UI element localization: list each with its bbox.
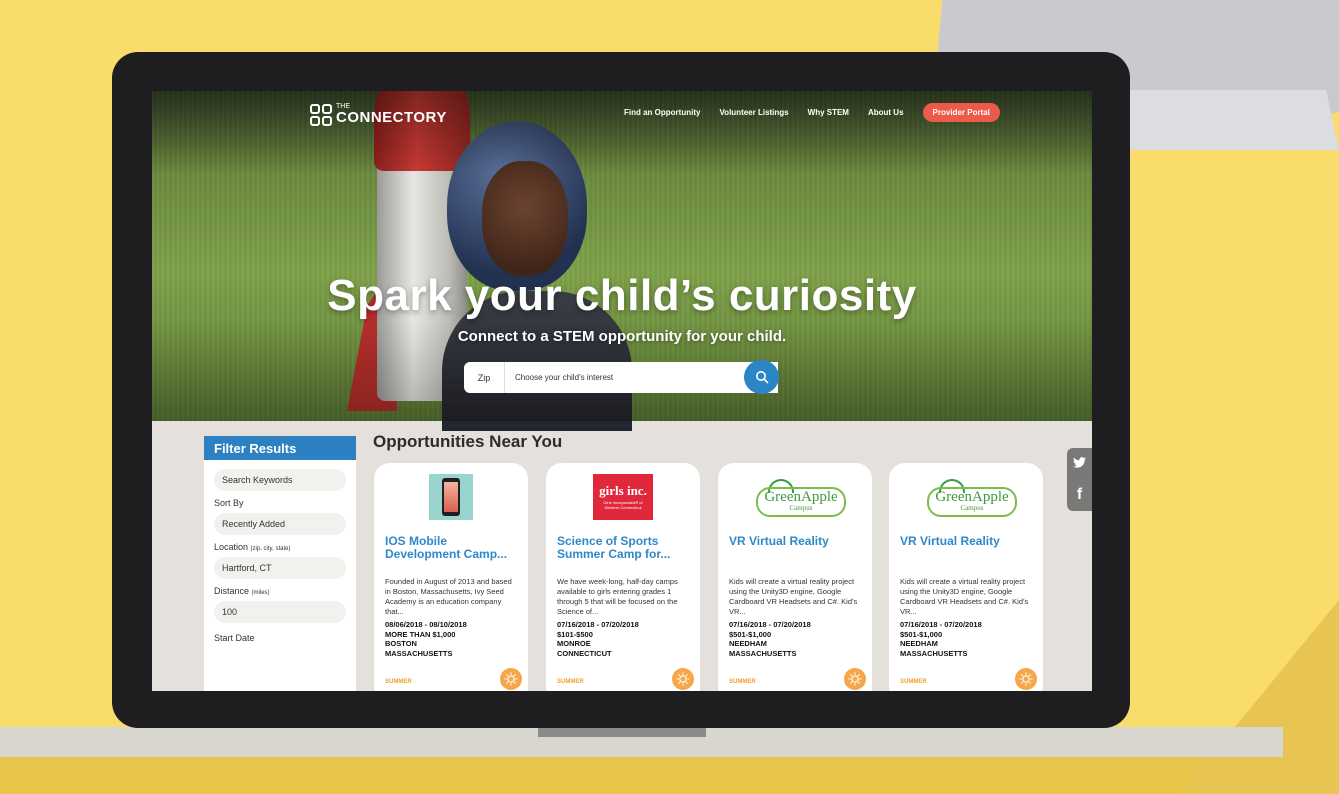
ios-app-logo bbox=[374, 473, 528, 521]
location-label: Location (zip, city, state) bbox=[214, 542, 291, 552]
sun-icon bbox=[1015, 668, 1037, 690]
nav-find-opportunity[interactable]: Find an Opportunity bbox=[624, 108, 700, 117]
filter-heading: Filter Results bbox=[204, 436, 356, 460]
season-badge: SUMMER bbox=[385, 679, 412, 685]
opportunity-card[interactable]: GreenApple Campus VR Virtual Reality Kid… bbox=[718, 463, 872, 691]
search-icon bbox=[755, 371, 768, 384]
card-price: $501-$1,000 bbox=[900, 629, 943, 639]
filter-panel: Filter Results Search Keywords Sort By R… bbox=[204, 436, 356, 691]
card-title[interactable]: IOS Mobile Development Camp... bbox=[385, 535, 517, 563]
distance-input[interactable]: 100 bbox=[214, 601, 346, 623]
distance-hint: (miles) bbox=[251, 590, 270, 596]
card-dates: 07/16/2018 - 07/20/2018 bbox=[900, 620, 982, 629]
card-title[interactable]: VR Virtual Reality bbox=[900, 535, 1032, 563]
sort-by-label: Sort By bbox=[214, 498, 244, 508]
opportunity-card[interactable]: GreenApple Campus VR Virtual Reality Kid… bbox=[889, 463, 1043, 691]
card-price: $101-$500 bbox=[557, 629, 593, 639]
card-dates: 07/16/2018 - 07/20/2018 bbox=[557, 620, 639, 629]
card-title[interactable]: VR Virtual Reality bbox=[729, 535, 861, 563]
card-description: Kids will create a virtual reality proje… bbox=[729, 577, 858, 616]
sun-icon bbox=[844, 668, 866, 690]
start-date-label: Start Date bbox=[214, 633, 255, 643]
season-badge: SUMMER bbox=[557, 679, 584, 685]
hero-subtitle: Connect to a STEM opportunity for your c… bbox=[457, 328, 787, 345]
season-badge: SUMMER bbox=[729, 679, 756, 685]
connectory-logo-icon bbox=[310, 103, 332, 126]
nav-about-us[interactable]: About Us bbox=[868, 108, 904, 117]
girls-inc-logo: girls inc. Girls Incorporated® of Wester… bbox=[546, 473, 700, 521]
site-logo[interactable]: THE CONNECTORY bbox=[310, 103, 447, 126]
sun-icon bbox=[672, 668, 694, 690]
card-dates: 08/06/2018 - 08/10/2018 bbox=[385, 620, 467, 629]
results-heading: Opportunities Near You bbox=[373, 432, 563, 451]
card-description: We have week-long, half-day camps availa… bbox=[557, 577, 678, 616]
search-bar: Zip Choose your child’s interest ⌄ bbox=[464, 362, 778, 393]
website-screen: THE CONNECTORY Find an Opportunity Volun… bbox=[152, 91, 1092, 691]
facebook-icon[interactable]: f bbox=[1077, 486, 1082, 504]
card-city: NEEDHAM bbox=[729, 639, 767, 648]
sun-icon bbox=[500, 668, 522, 690]
card-title[interactable]: Science of Sports Summer Camp for... bbox=[557, 535, 689, 563]
twitter-icon[interactable] bbox=[1073, 455, 1086, 471]
search-keywords-input[interactable]: Search Keywords bbox=[214, 469, 346, 491]
opportunity-card[interactable]: girls inc. Girls Incorporated® of Wester… bbox=[546, 463, 700, 691]
logo-name: CONNECTORY bbox=[336, 109, 447, 126]
interest-select[interactable]: Choose your child’s interest bbox=[505, 373, 761, 382]
provider-portal-button[interactable]: Provider Portal bbox=[922, 103, 1000, 122]
card-dates: 07/16/2018 - 07/20/2018 bbox=[729, 620, 811, 629]
nav-volunteer-listings[interactable]: Volunteer Listings bbox=[719, 108, 788, 117]
nav-why-stem[interactable]: Why STEM bbox=[808, 108, 849, 117]
social-sidebar: f bbox=[1067, 448, 1092, 511]
card-state: CONNECTICUT bbox=[557, 648, 612, 658]
zip-input[interactable]: Zip bbox=[464, 362, 505, 393]
hero-banner: THE CONNECTORY Find an Opportunity Volun… bbox=[152, 91, 1092, 431]
card-city: NEEDHAM bbox=[900, 639, 938, 648]
location-hint: (zip, city, state) bbox=[250, 546, 291, 552]
green-apple-logo: GreenApple Campus bbox=[889, 473, 1043, 521]
location-input[interactable]: Hartford, CT bbox=[214, 557, 346, 579]
hero-title: Spark your child’s curiosity bbox=[327, 271, 917, 320]
card-city: BOSTON bbox=[385, 639, 417, 648]
card-state: MASSACHUSETTS bbox=[900, 648, 968, 658]
season-badge: SUMMER bbox=[900, 679, 927, 685]
sort-by-select[interactable]: Recently Added bbox=[214, 513, 346, 535]
card-city: MONROE bbox=[557, 639, 591, 648]
distance-label: Distance (miles) bbox=[214, 586, 270, 596]
card-price: $501-$1,000 bbox=[729, 629, 772, 639]
opportunity-card[interactable]: IOS Mobile Development Camp... Founded i… bbox=[374, 463, 528, 691]
card-description: Kids will create a virtual reality proje… bbox=[900, 577, 1029, 616]
card-state: MASSACHUSETTS bbox=[729, 648, 797, 658]
search-button[interactable] bbox=[744, 360, 779, 394]
main-nav: Find an Opportunity Volunteer Listings W… bbox=[624, 103, 1000, 122]
card-description: Founded in August of 2013 and based in B… bbox=[385, 577, 512, 616]
green-apple-logo: GreenApple Campus bbox=[718, 473, 872, 521]
laptop-hinge bbox=[538, 727, 706, 737]
card-state: MASSACHUSETTS bbox=[385, 648, 453, 658]
card-price: MORE THAN $1,000 bbox=[385, 629, 456, 639]
